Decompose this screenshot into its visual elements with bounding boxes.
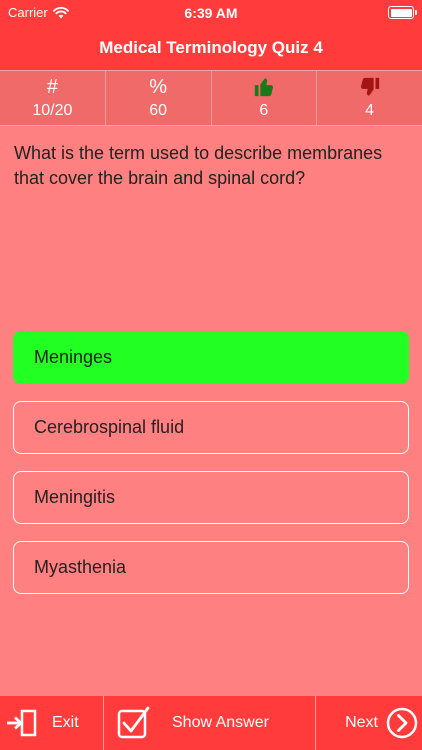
answer-option-1[interactable]: Meninges bbox=[13, 331, 409, 384]
show-answer-label: Show Answer bbox=[172, 714, 269, 731]
answer-option-2[interactable]: Cerebrospinal fluid bbox=[13, 401, 409, 454]
exit-button[interactable]: Exit bbox=[0, 696, 104, 750]
stat-wrong: 4 bbox=[317, 71, 422, 125]
stat-percent: % 60 bbox=[106, 71, 212, 125]
stat-percent-value: 60 bbox=[149, 102, 168, 119]
bottom-toolbar: Exit Show Answer Next bbox=[0, 696, 422, 750]
answer-option-4[interactable]: Myasthenia bbox=[13, 541, 409, 594]
nav-title: Medical Terminology Quiz 4 bbox=[0, 26, 422, 70]
show-answer-button[interactable]: Show Answer bbox=[104, 696, 316, 750]
hash-icon: # bbox=[46, 76, 58, 98]
checkbox-checked-icon bbox=[117, 706, 150, 739]
next-button[interactable]: Next bbox=[316, 696, 422, 750]
battery-icon bbox=[388, 6, 417, 19]
exit-icon bbox=[7, 709, 37, 737]
stat-progress: # 10/20 bbox=[0, 71, 106, 125]
stat-correct-value: 6 bbox=[259, 102, 269, 119]
status-bar: Carrier 6:39 AM bbox=[0, 0, 422, 26]
clock: 6:39 AM bbox=[184, 5, 238, 21]
stats-bar: # 10/20 % 60 6 4 bbox=[0, 70, 422, 126]
thumbs-up-icon bbox=[254, 78, 273, 97]
stat-progress-value: 10/20 bbox=[32, 102, 73, 119]
stat-correct: 6 bbox=[212, 71, 318, 125]
percent-icon: % bbox=[149, 76, 168, 98]
chevron-right-circle-icon bbox=[386, 707, 418, 739]
exit-label: Exit bbox=[52, 714, 79, 731]
question-text: What is the term used to describe membra… bbox=[14, 143, 383, 188]
stat-wrong-value: 4 bbox=[365, 102, 375, 119]
answer-option-3[interactable]: Meningitis bbox=[13, 471, 409, 524]
next-label: Next bbox=[345, 714, 378, 731]
thumbs-down-icon bbox=[360, 77, 379, 96]
